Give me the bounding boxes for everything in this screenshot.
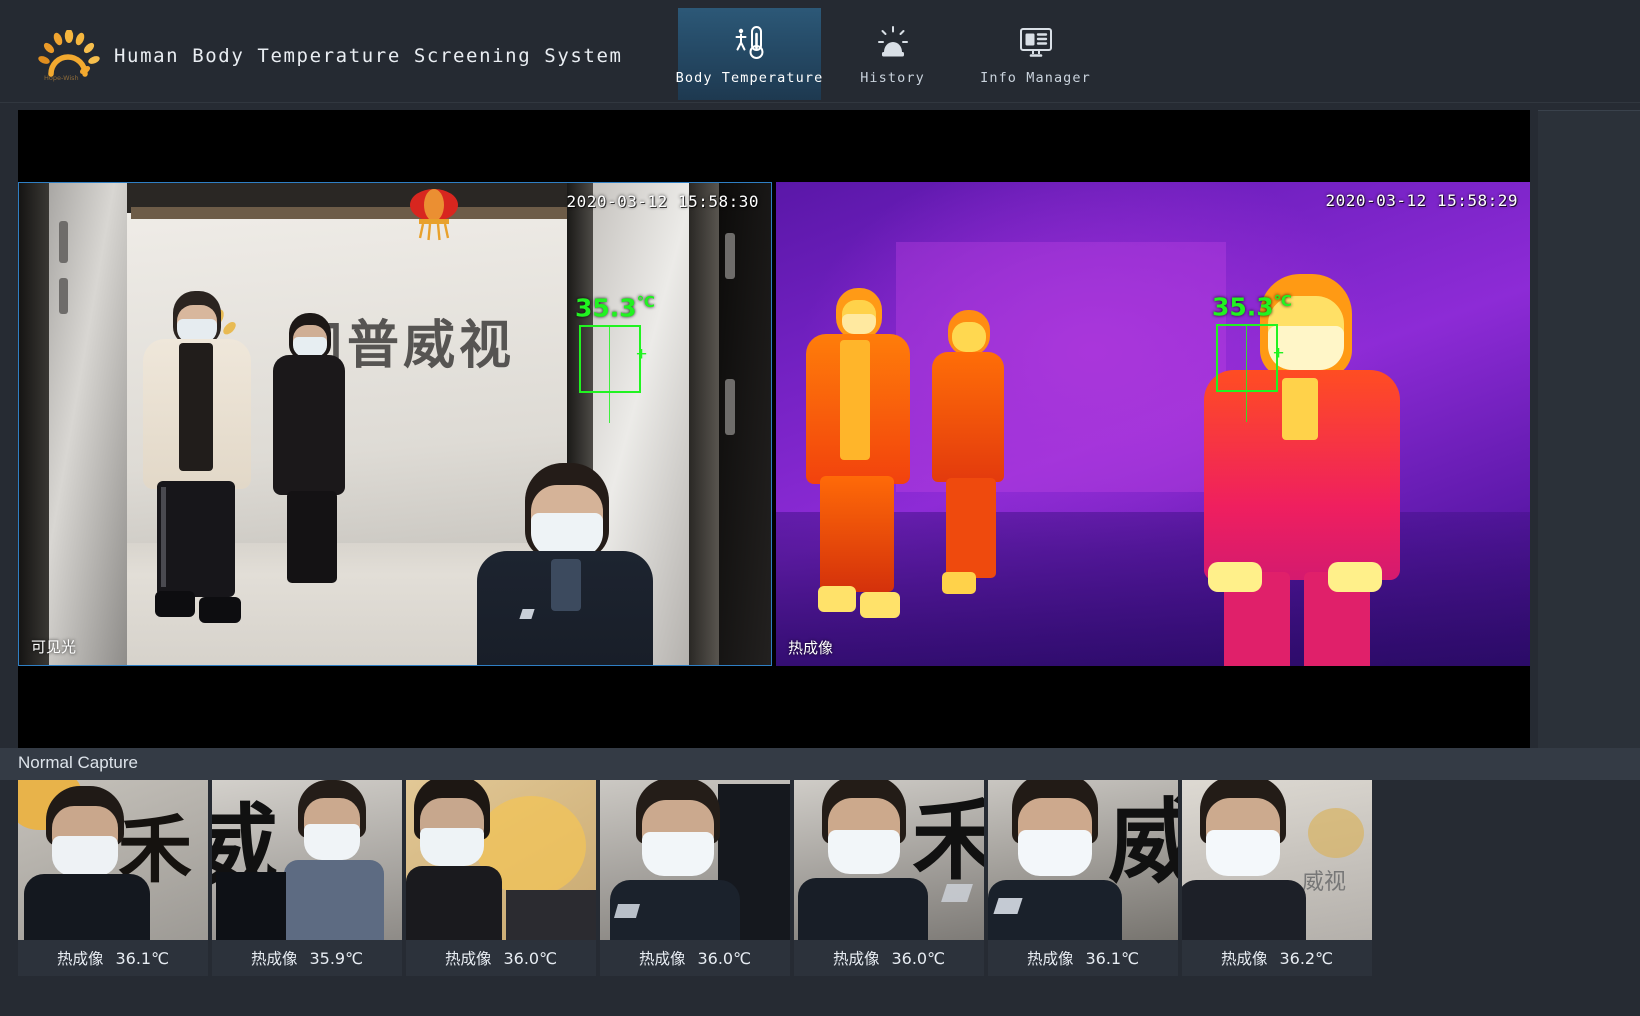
thermal-feed-timestamp: 2020-03-12 15:58:29 bbox=[1325, 191, 1518, 210]
visible-detection-overlay: 35.3℃ + bbox=[575, 293, 655, 423]
capture-source: 热成像 bbox=[1026, 950, 1074, 968]
capture-item[interactable]: 威 热成像 35.9℃ bbox=[212, 780, 402, 976]
visible-feed-tag: 可见光 bbox=[31, 638, 77, 656]
capture-label: 热成像 36.2℃ bbox=[1182, 940, 1372, 976]
capture-source: 热成像 bbox=[638, 950, 686, 968]
thermal-feed[interactable]: 2020-03-12 15:58:29 35.3℃ + 热成像 bbox=[776, 182, 1530, 666]
svg-text:Hope-Wish: Hope-Wish bbox=[44, 74, 79, 82]
thermal-face-box bbox=[1216, 324, 1278, 392]
capture-item[interactable]: 威 热成像 36.1℃ bbox=[988, 780, 1178, 976]
page-bottom-fill bbox=[0, 976, 1640, 1016]
capture-thumbnail: 威 bbox=[988, 780, 1178, 940]
person-white-coat bbox=[131, 291, 261, 631]
capture-temperature: 35.9℃ bbox=[309, 948, 364, 968]
capture-thumbnail: 禾 bbox=[18, 780, 208, 940]
thermometer-person-icon bbox=[728, 20, 772, 66]
capture-item[interactable]: 热成像 36.0℃ bbox=[406, 780, 596, 976]
capture-item[interactable]: 热成像 36.0℃ bbox=[600, 780, 790, 976]
capture-label: 热成像 36.0℃ bbox=[794, 940, 984, 976]
crosshair-icon: + bbox=[1273, 343, 1285, 364]
capture-temperature: 36.2℃ bbox=[1279, 948, 1334, 968]
tab-history[interactable]: History bbox=[821, 8, 964, 100]
capture-thumbnail: 威 bbox=[212, 780, 402, 940]
feed-container: 和普威视 2020-03-12 15:58:30 35.3℃ + 可见光 202… bbox=[18, 182, 1530, 666]
door-handle-right bbox=[725, 233, 735, 279]
tracking-line bbox=[1246, 324, 1247, 422]
app-root: Hope-Wish Human Body Temperature Screeni… bbox=[0, 0, 1640, 1016]
thermal-scene bbox=[776, 182, 1530, 666]
capture-item[interactable]: 禾 热成像 36.1℃ bbox=[18, 780, 208, 976]
visible-scene: 和普威视 bbox=[19, 183, 771, 665]
capture-source: 热成像 bbox=[444, 950, 492, 968]
door-handle-right-2 bbox=[725, 379, 735, 435]
capture-label: 热成像 36.0℃ bbox=[406, 940, 596, 976]
visible-face-box bbox=[579, 325, 641, 393]
capture-thumbnail: 威视 bbox=[1182, 780, 1372, 940]
capture-source: 热成像 bbox=[250, 950, 298, 968]
capture-item[interactable]: 威视 热成像 36.2℃ bbox=[1182, 780, 1372, 976]
capture-temperature: 36.1℃ bbox=[115, 948, 170, 968]
tab-info-manager[interactable]: Info Manager bbox=[964, 8, 1107, 100]
stage-right-gutter bbox=[1538, 110, 1640, 748]
main-nav: Body Temperature History Info Manager bbox=[675, 8, 1107, 103]
visible-light-feed[interactable]: 和普威视 2020-03-12 15:58:30 35.3℃ + 可见光 bbox=[18, 182, 772, 666]
tracking-line bbox=[609, 325, 610, 423]
monitor-info-icon bbox=[1014, 20, 1058, 66]
sunburst-logo-icon: Hope-Wish bbox=[38, 30, 100, 82]
capture-thumbnail bbox=[406, 780, 596, 940]
wall-left bbox=[19, 183, 49, 665]
tab-body-temperature[interactable]: Body Temperature bbox=[675, 8, 824, 100]
alarm-siren-icon bbox=[871, 20, 915, 66]
app-header: Hope-Wish Human Body Temperature Screeni… bbox=[0, 0, 1640, 103]
capture-item[interactable]: 禾 热成像 36.0℃ bbox=[794, 780, 984, 976]
capture-label: 热成像 36.1℃ bbox=[18, 940, 208, 976]
visible-feed-timestamp: 2020-03-12 15:58:30 bbox=[566, 192, 759, 211]
brand: Hope-Wish Human Body Temperature Screeni… bbox=[38, 30, 623, 82]
capture-source: 热成像 bbox=[1220, 950, 1268, 968]
capture-label: 热成像 35.9℃ bbox=[212, 940, 402, 976]
door-frame-right bbox=[689, 183, 719, 665]
capture-panel-header: Normal Capture bbox=[0, 748, 1640, 780]
thermal-person-a bbox=[796, 288, 916, 628]
tab-label: Info Manager bbox=[980, 70, 1091, 86]
capture-source: 热成像 bbox=[56, 950, 104, 968]
capture-temperature: 36.0℃ bbox=[697, 948, 752, 968]
wall-trim bbox=[131, 207, 567, 219]
door-lock bbox=[59, 278, 68, 314]
capture-label: 热成像 36.0℃ bbox=[600, 940, 790, 976]
crosshair-icon: + bbox=[636, 344, 648, 365]
tab-label: History bbox=[860, 70, 925, 86]
capture-thumbnail: 禾 bbox=[794, 780, 984, 940]
capture-temperature: 36.1℃ bbox=[1085, 948, 1140, 968]
thermal-feed-tag: 热成像 bbox=[788, 639, 834, 657]
tab-label: Body Temperature bbox=[675, 70, 824, 86]
thermal-detection-overlay: 35.3℃ + bbox=[1212, 292, 1292, 422]
person-foreground-subject bbox=[459, 463, 669, 665]
person-dark-coat bbox=[265, 313, 355, 593]
thermal-temperature-reading: 35.3℃ bbox=[1212, 292, 1292, 322]
capture-label: 热成像 36.1℃ bbox=[988, 940, 1178, 976]
capture-temperature: 36.0℃ bbox=[891, 948, 946, 968]
capture-source: 热成像 bbox=[832, 950, 880, 968]
thermal-person-b bbox=[926, 310, 1016, 600]
capture-panel-title: Normal Capture bbox=[18, 753, 138, 772]
door-handle bbox=[59, 221, 68, 263]
capture-list: 禾 热成像 36.1℃ 威 热成像 35.9℃ 热成像 36.0℃ 热成像 36… bbox=[18, 780, 1372, 976]
capture-temperature: 36.0℃ bbox=[503, 948, 558, 968]
visible-temperature-reading: 35.3℃ bbox=[575, 293, 655, 323]
video-stage: 和普威视 2020-03-12 15:58:30 35.3℃ + 可见光 202… bbox=[18, 110, 1530, 748]
app-title: Human Body Temperature Screening System bbox=[114, 45, 623, 67]
capture-thumbnail bbox=[600, 780, 790, 940]
lantern-decoration-icon bbox=[410, 189, 458, 241]
